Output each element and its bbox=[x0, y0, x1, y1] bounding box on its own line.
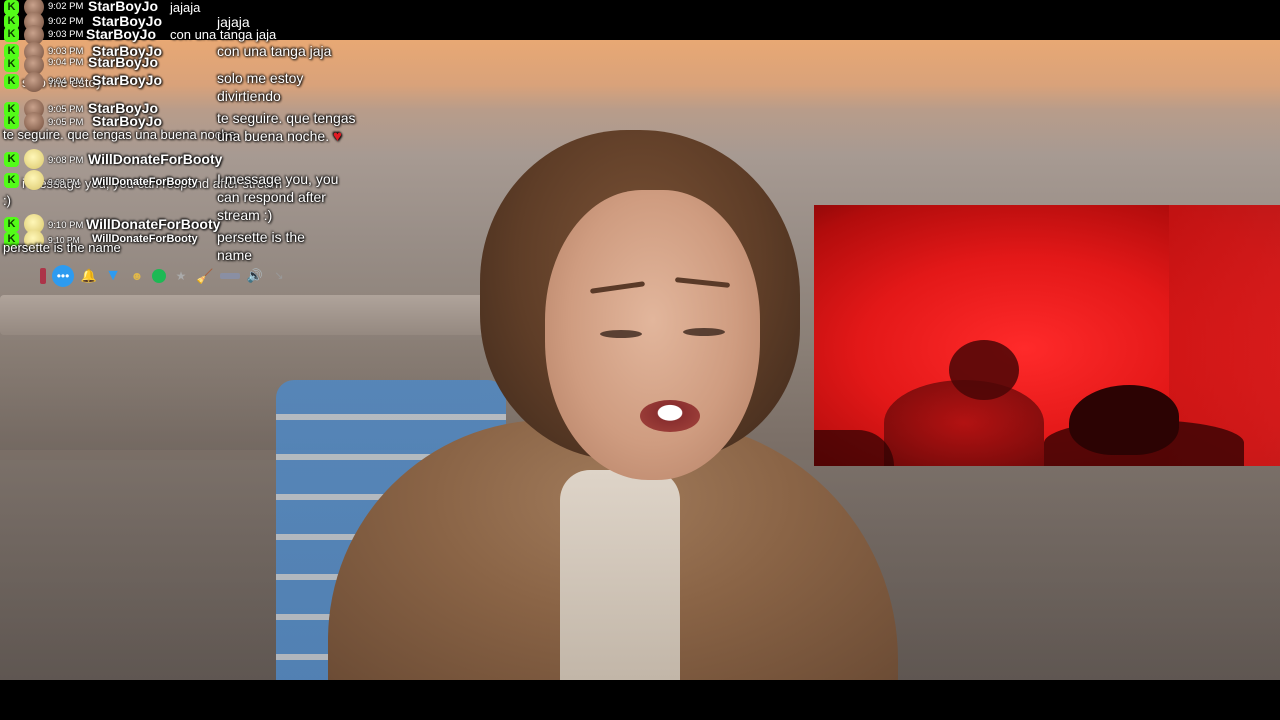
chat-column-message: I message you, you can respond after str… bbox=[217, 171, 339, 223]
pip-video[interactable] bbox=[814, 205, 1280, 466]
chat-time: 9:08 PM bbox=[48, 155, 84, 166]
chat-username[interactable]: StarBoyJo bbox=[92, 72, 162, 88]
broom-icon[interactable]: 🧹 bbox=[196, 267, 214, 285]
person-face bbox=[545, 190, 760, 480]
chat-time: 9:02 PM bbox=[48, 16, 84, 27]
avatar bbox=[24, 170, 44, 190]
chat-time: 9:05 PM bbox=[48, 104, 84, 115]
spotify-icon[interactable] bbox=[152, 269, 166, 283]
chat-time: 9:04 PM bbox=[48, 57, 84, 68]
pip-shadow bbox=[814, 430, 894, 466]
pip-figure2-head bbox=[1069, 385, 1179, 455]
chat-time: 9:02 PM bbox=[48, 1, 84, 12]
chat-column-message: con una tanga jaja bbox=[217, 43, 332, 59]
arrow-icon[interactable]: ↘ bbox=[270, 267, 288, 285]
emoji-icon[interactable]: ☻ bbox=[128, 267, 146, 285]
kick-icon: K bbox=[4, 57, 19, 72]
chat-username[interactable]: WillDonateForBooty bbox=[86, 216, 220, 232]
chat-message: persette is the name bbox=[3, 240, 121, 255]
chat-column-message: persette is the name bbox=[217, 229, 305, 263]
mouth bbox=[640, 400, 700, 432]
speaker-icon[interactable]: 🔊 bbox=[246, 267, 264, 285]
left-eye bbox=[600, 330, 642, 338]
kick-icon: K bbox=[4, 173, 19, 188]
chat-column-message: jajaja bbox=[217, 14, 250, 30]
bell-icon[interactable]: 🔔 bbox=[80, 267, 98, 285]
chat-time: 9:03 PM bbox=[48, 29, 84, 40]
rooftop-railing bbox=[0, 295, 520, 335]
heart-icon: ♥ bbox=[333, 128, 342, 145]
chat-message: te seguire. que tengas una buena noche. bbox=[3, 127, 240, 142]
chat-username[interactable]: WillDonateForBooty bbox=[88, 151, 222, 167]
chat-message: jajaja bbox=[170, 0, 201, 15]
chat-message: :) bbox=[3, 193, 11, 208]
chat-column-message: solo me estoy divirtiendo bbox=[217, 70, 304, 104]
chat-username[interactable]: WillDonateForBooty bbox=[92, 176, 198, 188]
kick-icon: K bbox=[4, 74, 19, 89]
chat-time: 9:08 PM bbox=[48, 177, 80, 187]
chat-column-message: te seguire. que tengas una buena noche. … bbox=[217, 109, 357, 146]
chat-bubble-icon[interactable]: ••• bbox=[52, 265, 74, 287]
star-icon[interactable]: ★ bbox=[172, 267, 190, 285]
kick-icon: K bbox=[4, 0, 19, 15]
avatar bbox=[24, 149, 44, 169]
bottom-letterbox bbox=[0, 680, 1280, 720]
chat-time: 9:04 PM bbox=[48, 76, 84, 87]
kick-icon: K bbox=[4, 27, 19, 42]
bar-icon[interactable] bbox=[220, 273, 240, 279]
pip-figure-head bbox=[949, 340, 1019, 400]
person-sweater bbox=[560, 470, 680, 680]
chat-username[interactable]: StarBoyJo bbox=[88, 0, 158, 14]
chat-username[interactable]: StarBoyJo bbox=[88, 54, 158, 70]
pause-icon[interactable] bbox=[40, 268, 46, 284]
kick-icon: K bbox=[4, 152, 19, 167]
chat-time: 9:10 PM bbox=[48, 220, 84, 231]
chat-overlay: K 9:02 PM StarBoyJo jajaja K 9:02 PM Sta… bbox=[0, 0, 360, 263]
kick-icon: K bbox=[4, 217, 19, 232]
chat-username[interactable]: StarBoyJo bbox=[86, 26, 156, 42]
chat-toolbar: ••• 🔔 ▼ ☻ ★ 🧹 🔊 ↘ bbox=[40, 264, 288, 288]
chat-time: 9:03 PM bbox=[48, 46, 84, 57]
filter-icon[interactable]: ▼ bbox=[104, 267, 122, 285]
right-eye bbox=[683, 328, 725, 336]
avatar bbox=[24, 72, 44, 92]
